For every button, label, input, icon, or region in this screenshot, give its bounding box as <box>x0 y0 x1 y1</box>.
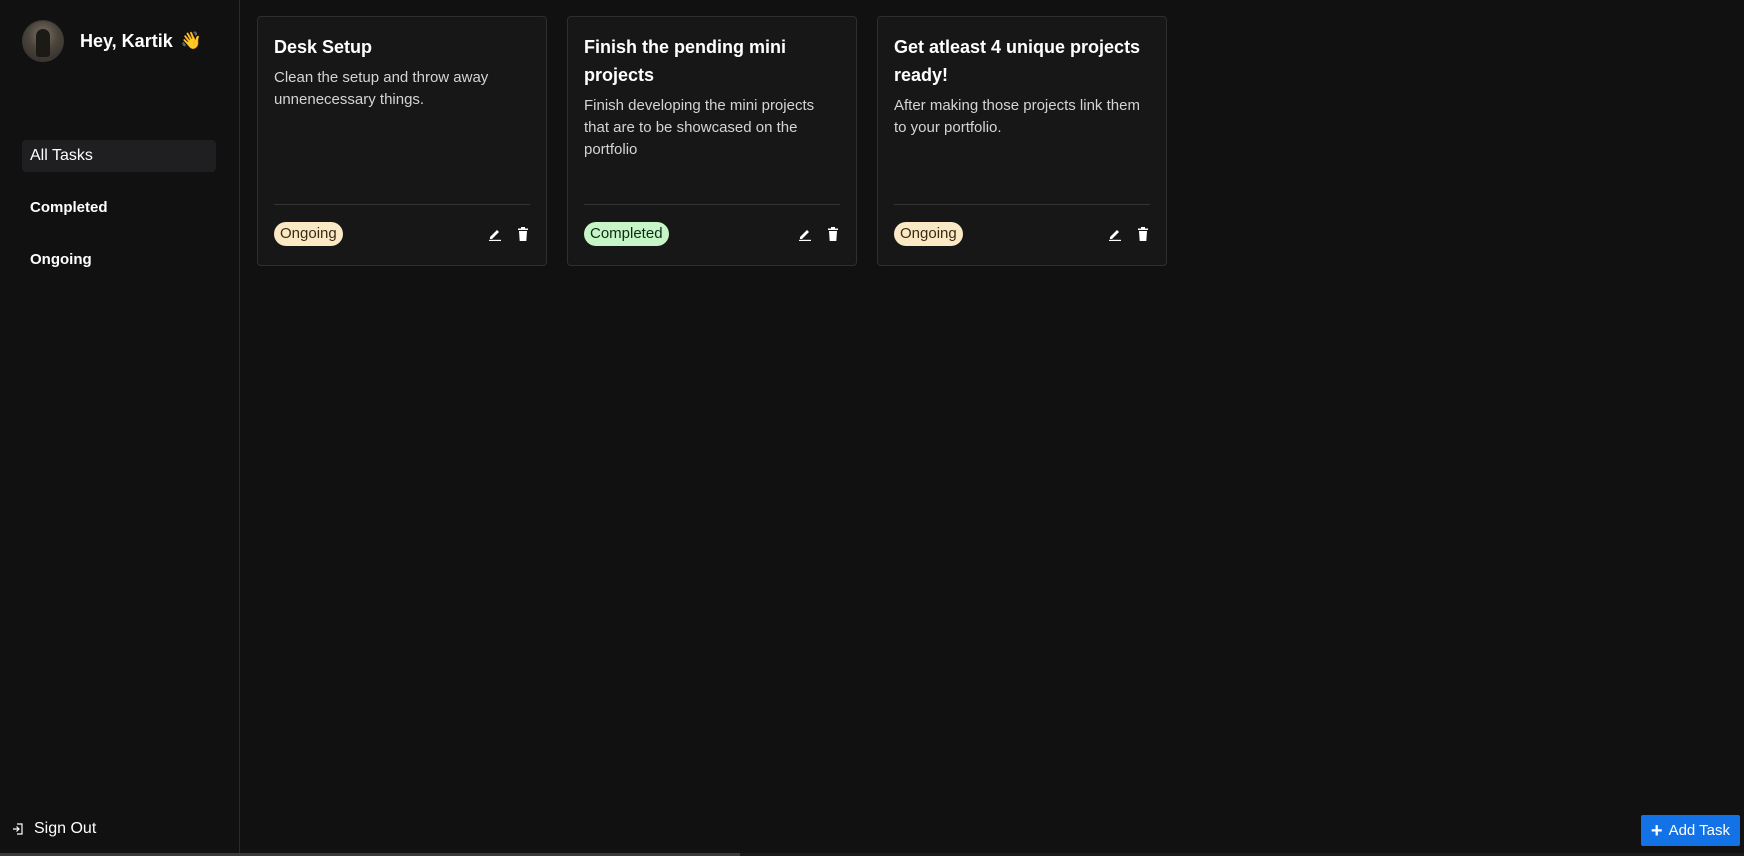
trash-icon[interactable] <box>826 226 840 242</box>
app-root: Hey, Kartik 👋 All Tasks Completed Ongoin… <box>0 0 1744 856</box>
card-footer: Ongoing <box>894 222 1150 246</box>
card-actions <box>1108 226 1150 242</box>
card-footer: Ongoing <box>274 222 530 246</box>
task-title: Finish the pending mini projects <box>584 37 786 85</box>
card-actions <box>488 226 530 242</box>
add-task-button[interactable]: + Add Task <box>1640 815 1740 846</box>
greeting-text: Hey, Kartik <box>80 30 173 51</box>
sidebar: Hey, Kartik 👋 All Tasks Completed Ongoin… <box>0 0 240 856</box>
sign-out-label: Sign Out <box>34 820 97 837</box>
status-badge: Ongoing <box>894 222 963 246</box>
task-card: Finish the pending mini projects Finish … <box>567 16 857 266</box>
status-badge: Ongoing <box>274 222 343 246</box>
task-description: Finish developing the mini projects that… <box>584 97 815 158</box>
task-title: Desk Setup <box>274 37 373 57</box>
sidebar-item-all-tasks[interactable]: All Tasks <box>22 140 216 172</box>
sign-out-button[interactable]: Sign Out <box>12 820 96 838</box>
task-description: Clean the setup and throw away unneneces… <box>274 69 489 108</box>
pencil-icon[interactable] <box>488 226 502 242</box>
profile-header: Hey, Kartik 👋 <box>22 20 202 62</box>
trash-icon[interactable] <box>1136 226 1150 242</box>
pencil-icon[interactable] <box>798 226 812 242</box>
status-badge: Completed <box>584 222 669 246</box>
pencil-icon[interactable] <box>1108 226 1122 242</box>
task-title: Get atleast 4 unique projects ready! <box>894 37 1141 85</box>
sidebar-item-completed[interactable]: Completed <box>22 192 216 224</box>
task-card: Desk Setup Clean the setup and throw awa… <box>257 16 547 266</box>
card-divider <box>584 204 840 205</box>
greeting: Hey, Kartik 👋 <box>80 31 202 52</box>
card-divider <box>274 204 530 205</box>
wave-emoji-icon: 👋 <box>180 31 202 50</box>
add-task-label: Add Task <box>1668 822 1730 839</box>
card-divider <box>894 204 1150 205</box>
sign-out-icon <box>13 823 23 835</box>
task-board: Desk Setup Clean the setup and throw awa… <box>241 0 1744 856</box>
plus-icon: + <box>1650 819 1663 842</box>
card-actions <box>798 226 840 242</box>
sidebar-nav: All Tasks Completed Ongoing <box>22 140 216 296</box>
task-card: Get atleast 4 unique projects ready! Aft… <box>877 16 1167 266</box>
sidebar-item-ongoing[interactable]: Ongoing <box>22 244 216 276</box>
task-description: After making those projects link them to… <box>894 97 1140 136</box>
trash-icon[interactable] <box>516 226 530 242</box>
card-footer: Completed <box>584 222 840 246</box>
avatar[interactable] <box>22 20 64 62</box>
